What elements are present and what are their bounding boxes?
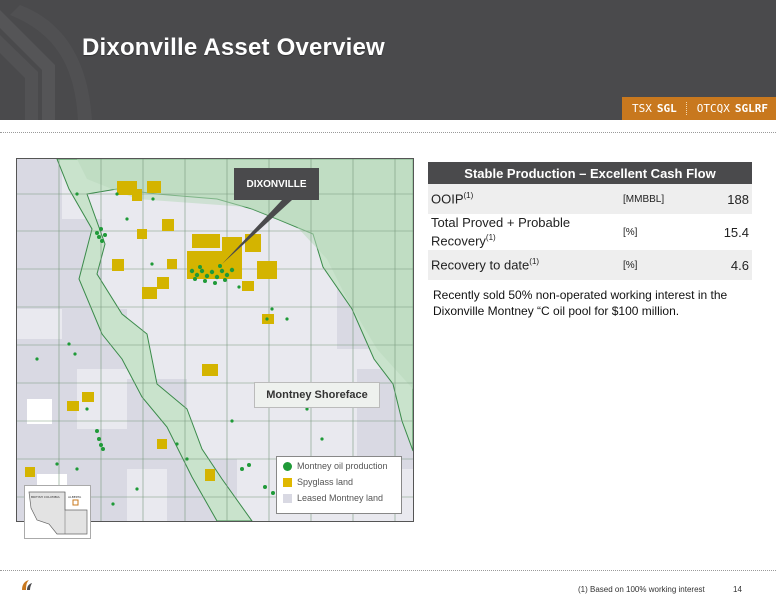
leased-swatch-icon — [283, 493, 292, 503]
ticker-symbol-2: SGLRF — [734, 102, 768, 115]
row-label: Total Proved + Probable Recovery(1) — [431, 215, 571, 249]
row-label: Recovery to date(1) — [428, 250, 620, 280]
page-title: Dixonville Asset Overview — [82, 34, 385, 61]
ticker-separator — [685, 102, 688, 115]
table-header-row: Stable Production – Excellent Cash Flow — [428, 162, 752, 184]
company-logo-icon — [22, 580, 32, 590]
page-number: 14 — [733, 585, 742, 594]
ticker-badge: TSX SGL OTCQX SGLRF — [622, 97, 776, 120]
legend-label: Leased Montney land — [297, 493, 384, 503]
row-value: 15.4 — [723, 224, 749, 240]
row-value: 4.6 — [696, 250, 752, 280]
ticker-symbol-1: SGL — [656, 102, 677, 115]
row-unit: [%] — [620, 250, 696, 280]
sale-note: Recently sold 50% non-operated working i… — [433, 288, 728, 318]
footer-divider — [0, 570, 776, 571]
row-unit: [%] — [623, 226, 638, 238]
production-table: Stable Production – Excellent Cash Flow … — [428, 162, 752, 280]
table-row: Total Proved + Probable Recovery(1) [%] 1… — [428, 214, 752, 250]
row-label: OOIP(1) — [428, 184, 620, 214]
inset-label: ALBERTA — [68, 495, 82, 499]
ticker-exchange-2: OTCQX — [696, 102, 730, 115]
header-divider — [0, 132, 776, 133]
footnote: (1) Based on 100% working interest — [578, 585, 705, 594]
table-title: Stable Production – Excellent Cash Flow — [428, 162, 752, 184]
province-inset-map: BRITISH COLUMBIA ALBERTA — [24, 485, 91, 539]
slide-header: Dixonville Asset Overview TSX SGL OTCQX … — [0, 0, 776, 120]
province-outline-icon: BRITISH COLUMBIA ALBERTA — [28, 491, 88, 535]
ticker-exchange-1: TSX — [632, 102, 652, 115]
legend-label: Montney oil production — [297, 461, 388, 471]
map-legend: Montney oil production Spyglass land Lea… — [276, 456, 402, 514]
table-row: OOIP(1) [MMBBL] 188 — [428, 184, 752, 214]
row-unit: [MMBBL] — [620, 184, 696, 214]
legend-item-production: Montney oil production — [283, 459, 401, 473]
spyglass-swatch-icon — [283, 477, 292, 487]
legend-item-spyglass: Spyglass land — [283, 475, 401, 489]
legend-label: Spyglass land — [297, 477, 354, 487]
dixonville-callout: DIXONVILLE — [234, 168, 319, 200]
legend-item-leased: Leased Montney land — [283, 491, 401, 505]
inset-label: BRITISH COLUMBIA — [31, 495, 61, 499]
production-dot-icon — [283, 461, 292, 471]
row-value: 188 — [696, 184, 752, 214]
montney-shoreface-label: Montney Shoreface — [254, 382, 380, 408]
table-row: Recovery to date(1) [%] 4.6 — [428, 250, 752, 280]
